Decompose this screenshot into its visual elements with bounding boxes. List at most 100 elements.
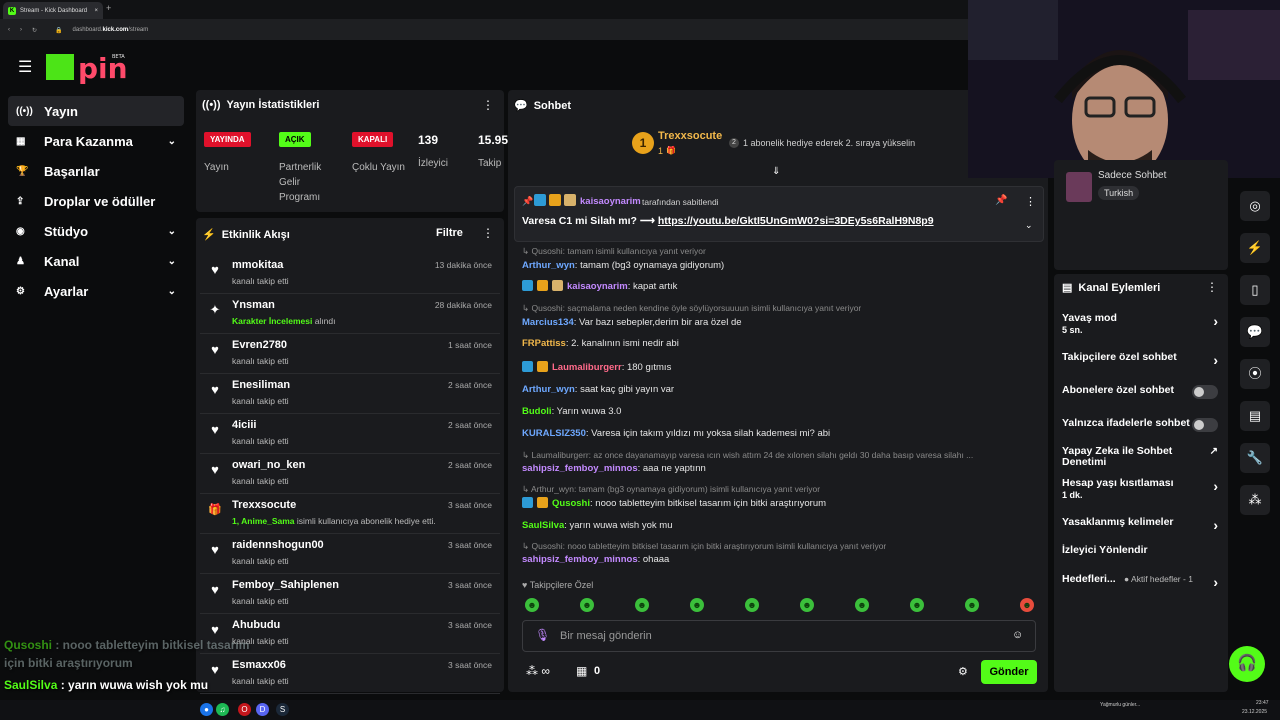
send-button[interactable]: Gönder bbox=[981, 660, 1037, 684]
channel-action-5[interactable]: Hesap yaşı kısıtlaması 1 dk. › bbox=[1062, 478, 1222, 506]
activity-user[interactable]: mmokitaa bbox=[232, 259, 283, 271]
wrench-icon[interactable]: 🔧 bbox=[1240, 443, 1270, 473]
activity-user[interactable]: 4iciii bbox=[232, 419, 256, 431]
activity-user[interactable]: Enesiliman bbox=[232, 379, 290, 391]
kick-logo[interactable]: pin BETA bbox=[44, 48, 144, 84]
chevron-right-icon[interactable]: › bbox=[1213, 352, 1218, 368]
chat-username[interactable]: sahipsiz_femboy_minnos bbox=[522, 554, 638, 565]
channel-action-4[interactable]: Yapay Zeka ile Sohbet Denetimi ↗ bbox=[1062, 446, 1222, 474]
expand-pinned-icon[interactable]: ⌄ bbox=[1025, 220, 1033, 231]
notes-icon[interactable]: ▯ bbox=[1240, 275, 1270, 305]
microphone-icon[interactable]: 🎙 bbox=[535, 628, 550, 642]
pinned-more-icon[interactable]: ⋮ bbox=[1025, 195, 1036, 208]
broadcast-rail-icon[interactable]: ⦿ bbox=[1240, 359, 1270, 389]
spotify-icon[interactable]: ♫ bbox=[216, 703, 229, 716]
nav-item-1[interactable]: ▦ Para Kazanma ⌄ bbox=[8, 126, 184, 156]
emote-icon[interactable]: ☻ bbox=[1020, 598, 1034, 612]
activity-user[interactable]: Femboy_Sahiplenen bbox=[232, 579, 339, 591]
channel-action-1[interactable]: Takipçilere özel sohbet › bbox=[1062, 352, 1222, 380]
search-taskbar-icon[interactable]: ● bbox=[200, 703, 213, 716]
activity-user[interactable]: Ynsman bbox=[232, 299, 275, 311]
nav-item-5[interactable]: ♟ Kanal ⌄ bbox=[8, 246, 184, 276]
nav-item-3[interactable]: ⇪ Droplar ve ödüller bbox=[8, 186, 184, 216]
activity-user[interactable]: Evren2780 bbox=[232, 339, 287, 351]
opera-icon[interactable]: O bbox=[238, 703, 251, 716]
emote-icon[interactable]: ☻ bbox=[855, 598, 869, 612]
pinned-by-user[interactable]: kaisaoynarim bbox=[580, 196, 641, 207]
channel-action-2[interactable]: Abonelere özel sohbet bbox=[1062, 385, 1222, 413]
channel-action-7[interactable]: İzleyici Yönlendir bbox=[1062, 545, 1222, 573]
chat-username[interactable]: FRPattiss bbox=[522, 338, 566, 349]
nav-item-4[interactable]: ◉ Stüdyo ⌄ bbox=[8, 216, 184, 246]
lightning-rail-icon[interactable]: ⚡ bbox=[1240, 233, 1270, 263]
emote-icon[interactable]: ☻ bbox=[690, 598, 704, 612]
channel-action-6[interactable]: Yasaklanmış kelimeler › bbox=[1062, 517, 1222, 545]
chat-username[interactable]: Arthur_wyn bbox=[522, 260, 575, 271]
channel-action-8[interactable]: Hedefleri... ● Aktif hedefler - 1 › bbox=[1062, 574, 1222, 602]
toggle-switch[interactable] bbox=[1192, 385, 1218, 399]
forward-icon[interactable]: › bbox=[20, 27, 22, 33]
chat-username[interactable]: Arthur_wyn bbox=[522, 384, 575, 395]
unpin-icon[interactable]: 📌 bbox=[995, 195, 1007, 206]
external-link-icon[interactable]: ↗ bbox=[1210, 446, 1218, 457]
camera-scene-icon[interactable]: ◎ bbox=[1240, 191, 1270, 221]
address-bar[interactable]: ‹ › ↻ 🔒 dashboard.kick.com/stream bbox=[0, 20, 968, 40]
back-icon[interactable]: ‹ bbox=[8, 27, 10, 33]
scroll-down-icon[interactable]: ⇓ bbox=[772, 166, 780, 177]
activity-more-icon[interactable]: ⋮ bbox=[482, 226, 494, 240]
close-tab-icon[interactable]: × bbox=[94, 8, 98, 14]
chat-username[interactable]: Qusoshi bbox=[552, 498, 590, 509]
chat-username[interactable]: sahipsiz_femboy_minnos bbox=[522, 463, 638, 474]
chevron-right-icon[interactable]: › bbox=[1213, 478, 1218, 494]
emoji-icon[interactable]: ☺ bbox=[1012, 629, 1023, 641]
chevron-right-icon[interactable]: › bbox=[1213, 574, 1218, 590]
filter-button[interactable]: Filtre bbox=[436, 227, 463, 239]
chat-settings-icon[interactable]: ⚙ bbox=[958, 665, 968, 678]
steam-icon[interactable]: S bbox=[276, 703, 289, 716]
stats-more-icon[interactable]: ⋮ bbox=[482, 98, 494, 112]
chat-username[interactable]: SaulSilva bbox=[522, 520, 564, 531]
activity-user[interactable]: Esmaxx06 bbox=[232, 659, 286, 671]
points-rail-icon[interactable]: ⁂ bbox=[1240, 485, 1270, 515]
language-tag[interactable]: Turkish bbox=[1098, 186, 1140, 200]
hamburger-menu-icon[interactable]: ☰ bbox=[18, 57, 32, 77]
emote-icon[interactable]: ☻ bbox=[800, 598, 814, 612]
chevron-down-icon[interactable]: ⌄ bbox=[168, 286, 176, 297]
emote-icon[interactable]: ☻ bbox=[525, 598, 539, 612]
layout-icon[interactable]: ▤ bbox=[1240, 401, 1270, 431]
emote-icon[interactable]: ☻ bbox=[745, 598, 759, 612]
activity-user[interactable]: owari_no_ken bbox=[232, 459, 305, 471]
pinned-link[interactable]: https://youtu.be/GktI5UnGmW0?si=3DEy5s6R… bbox=[658, 215, 934, 227]
emote-icon[interactable]: ☻ bbox=[635, 598, 649, 612]
chevron-right-icon[interactable]: › bbox=[1213, 517, 1218, 533]
chat-username[interactable]: Marcius134 bbox=[522, 317, 574, 328]
activity-user[interactable]: Trexxsocute bbox=[232, 499, 296, 511]
emote-icon[interactable]: ☻ bbox=[965, 598, 979, 612]
toggle-switch[interactable] bbox=[1192, 418, 1218, 432]
nav-item-6[interactable]: ⚙ Ayarlar ⌄ bbox=[8, 276, 184, 306]
chevron-down-icon[interactable]: ⌄ bbox=[168, 256, 176, 267]
chevron-down-icon[interactable]: ⌄ bbox=[168, 226, 176, 237]
chat-username[interactable]: kaisaoynarim bbox=[567, 281, 628, 292]
support-headset-icon[interactable]: 🎧 bbox=[1229, 646, 1265, 682]
discord-icon[interactable]: D bbox=[256, 703, 269, 716]
chevron-down-icon[interactable]: ⌄ bbox=[168, 136, 176, 147]
emote-icon[interactable]: ☻ bbox=[580, 598, 594, 612]
chat-username[interactable]: Laumaliburgerr bbox=[552, 362, 622, 373]
chat-rail-icon[interactable]: 💬 bbox=[1240, 317, 1270, 347]
chat-username[interactable]: KURALSIZ350 bbox=[522, 428, 586, 439]
channel-action-0[interactable]: Yavaş mod 5 sn. › bbox=[1062, 313, 1222, 341]
browser-tab[interactable]: K Stream - Kick Dashboard × bbox=[3, 2, 103, 19]
activity-user[interactable]: Ahubudu bbox=[232, 619, 280, 631]
activity-user[interactable]: raidennshogun00 bbox=[232, 539, 324, 551]
channel-action-3[interactable]: Yalnızca ifadelerle sohbet bbox=[1062, 418, 1222, 446]
top-gifter-name[interactable]: Trexxsocute bbox=[658, 130, 722, 142]
emote-icon[interactable]: ☻ bbox=[910, 598, 924, 612]
chat-username[interactable]: Budoli bbox=[522, 406, 552, 417]
chevron-right-icon[interactable]: › bbox=[1213, 313, 1218, 329]
channel-points-icon[interactable]: ⁂ ∞ bbox=[526, 664, 550, 678]
nav-item-2[interactable]: 🏆 Başarılar bbox=[8, 156, 184, 186]
store-icon[interactable]: ▦ bbox=[576, 664, 587, 678]
channel-actions-more-icon[interactable]: ⋮ bbox=[1206, 280, 1218, 294]
nav-item-0[interactable]: ((•)) Yayın bbox=[8, 96, 184, 126]
